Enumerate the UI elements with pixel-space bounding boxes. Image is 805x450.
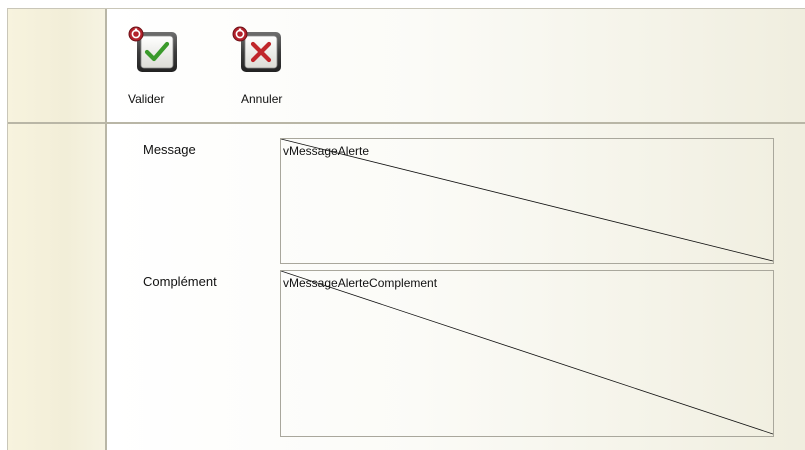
complement-variable-text: vMessageAlerteComplement — [283, 276, 438, 290]
annuler-button[interactable]: Annuler — [230, 26, 310, 106]
toolbar-separator — [8, 122, 805, 124]
valider-label: Valider — [128, 92, 165, 106]
annuler-label: Annuler — [241, 92, 283, 106]
placeholder-diagonal — [281, 271, 773, 435]
complement-textarea[interactable]: vMessageAlerteComplement — [280, 270, 774, 437]
message-label: Message — [143, 142, 196, 157]
alert-form: Valider Annuler Message vMessageAlerte C… — [0, 0, 805, 450]
red-badge-icon — [128, 26, 144, 42]
message-textarea[interactable]: vMessageAlerte — [280, 138, 774, 264]
complement-label: Complément — [143, 274, 217, 289]
column-divider — [105, 9, 107, 450]
valider-button[interactable]: Valider — [126, 26, 206, 106]
message-variable-text: vMessageAlerte — [283, 144, 370, 158]
red-badge-icon — [232, 26, 248, 42]
